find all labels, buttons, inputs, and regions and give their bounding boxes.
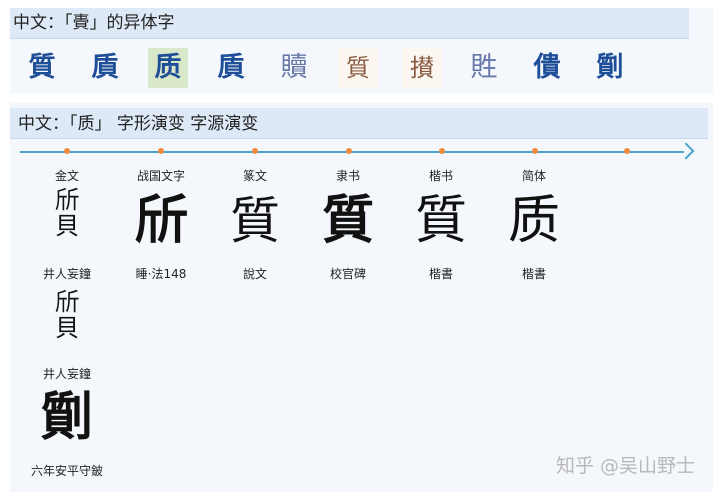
variant-char[interactable]: 貭 <box>211 48 251 88</box>
era-label: 篆文 <box>242 169 267 183</box>
timeline-dot <box>346 148 352 154</box>
era-label: 隶书 <box>335 169 360 183</box>
variants-section: 中文：「䝴」的异体字 質 貭 质 貭 贖 質 攅 貹 僓 劕 <box>10 8 713 94</box>
glyph-source: 校官碑 <box>329 267 366 281</box>
glyph-source: 楷書 <box>428 267 453 281</box>
variant-char-selected[interactable]: 质 <box>148 48 188 88</box>
variants-header-suffix: 的异体字 <box>106 13 175 33</box>
variants-header-char: 「䝴」 <box>64 13 107 33</box>
timeline-arrow-icon <box>677 142 695 160</box>
variant-char[interactable]: 貭 <box>85 48 125 88</box>
glyph-source: 睡·法148 <box>135 267 187 281</box>
era-label: 简体 <box>521 169 546 183</box>
variant-char-image[interactable]: 攅 <box>402 48 442 88</box>
evolution-section: 中文：「质」 字形演变 字源演变 金文 战国文字 篆文 隶书 楷书 简体 斦貝 … <box>10 103 713 492</box>
timeline-line <box>20 151 684 153</box>
variant-char-image[interactable]: 質 <box>338 48 378 88</box>
timeline-dot <box>624 148 630 154</box>
timeline <box>20 142 695 160</box>
era-label: 楷书 <box>428 169 453 183</box>
glyph-simplified: 质 <box>507 191 560 251</box>
glyph-regular: 質 <box>414 191 467 251</box>
glyph-warring-variant: 劕 <box>40 387 93 448</box>
variants-header-prefix: 中文： <box>13 13 64 33</box>
timeline-dot <box>252 148 258 154</box>
timeline-dot <box>532 148 538 154</box>
glyph-source: 井人妄鐘 <box>42 267 91 281</box>
timeline-dot <box>64 148 70 154</box>
glyph-source: 楷書 <box>521 267 546 281</box>
watermark: 知乎 @吴山野士 <box>555 455 695 477</box>
glyph-source: 說文 <box>242 267 267 281</box>
glyph-clerical: 質 <box>321 190 374 251</box>
era-label: 战国文字 <box>136 169 185 183</box>
glyph-warring-states: 斦 <box>134 190 187 251</box>
glyph-source: 井人妄鐘 <box>42 367 91 381</box>
variants-header: 中文：「䝴」的异体字 <box>10 8 689 39</box>
glyph-bronze-variant: 斦貝 <box>55 288 79 342</box>
variant-char[interactable]: 劕 <box>590 48 630 88</box>
evolution-header: 中文：「质」 字形演变 字源演变 <box>10 108 708 139</box>
variant-char[interactable]: 僓 <box>527 48 567 88</box>
era-label: 金文 <box>54 169 79 183</box>
glyph-bronze: 斦貝 <box>55 186 79 240</box>
variant-char[interactable]: 貹 <box>464 48 504 88</box>
variant-char[interactable]: 質 <box>22 48 62 88</box>
glyph-seal: 質 <box>230 192 280 250</box>
variant-char[interactable]: 贖 <box>274 48 314 88</box>
timeline-dot <box>158 148 164 154</box>
timeline-dot <box>439 148 445 154</box>
glyph-source: 六年安平守鈹 <box>30 464 103 478</box>
variant-list: 質 貭 质 貭 贖 質 攅 貹 僓 劕 <box>10 48 713 88</box>
